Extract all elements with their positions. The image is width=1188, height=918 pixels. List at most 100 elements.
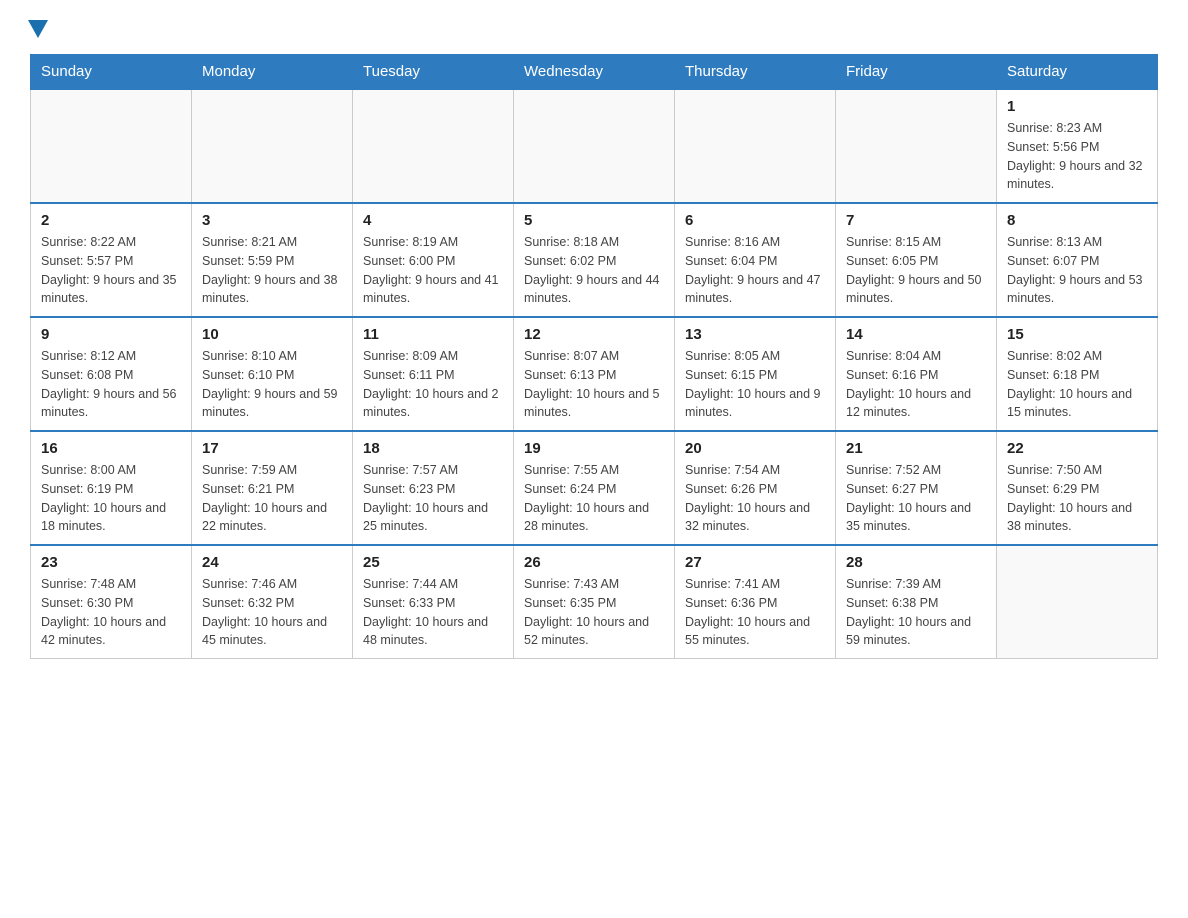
logo — [30, 20, 48, 44]
calendar-cell: 4 Sunrise: 8:19 AM Sunset: 6:00 PM Daylig… — [353, 203, 514, 317]
calendar-cell: 19Sunrise: 7:55 AM Sunset: 6:24 PM Dayli… — [514, 431, 675, 545]
day-info: Sunrise: 8:02 AM Sunset: 6:18 PM Dayligh… — [1007, 347, 1147, 422]
calendar-cell: 16 Sunrise: 8:00 AM Sunset: 6:19 PM Dayli… — [31, 431, 192, 545]
calendar-cell: 24Sunrise: 7:46 AM Sunset: 6:32 PM Dayli… — [192, 545, 353, 659]
day-number: 13 — [685, 326, 825, 343]
calendar-cell: 26 Sunrise: 7:43 AM Sunset: 6:35 PM Dayli… — [514, 545, 675, 659]
week-row: 9 Sunrise: 8:12 AM Sunset: 6:08 PM Daylig… — [31, 317, 1158, 431]
day-info: Sunrise: 7:43 AM Sunset: 6:35 PM Dayligh… — [524, 575, 664, 650]
day-info: Sunrise: 7:55 AM Sunset: 6:24 PM Dayligh… — [524, 461, 664, 536]
week-row: 1 Sunrise: 8:23 AM Sunset: 5:56 PM Daylig… — [31, 89, 1158, 203]
calendar-cell: 25 Sunrise: 7:44 AM Sunset: 6:33 PM Dayli… — [353, 545, 514, 659]
day-number: 15 — [1007, 326, 1147, 343]
calendar-cell: 17Sunrise: 7:59 AM Sunset: 6:21 PM Dayli… — [192, 431, 353, 545]
week-row: 16 Sunrise: 8:00 AM Sunset: 6:19 PM Dayli… — [31, 431, 1158, 545]
day-info: Sunrise: 8:07 AM Sunset: 6:13 PM Dayligh… — [524, 347, 664, 422]
week-row: 23 Sunrise: 7:48 AM Sunset: 6:30 PM Dayli… — [31, 545, 1158, 659]
page-header — [30, 20, 1158, 44]
day-info: Sunrise: 8:10 AM Sunset: 6:10 PM Dayligh… — [202, 347, 342, 422]
calendar-header-row: SundayMondayTuesdayWednesdayThursdayFrid… — [31, 55, 1158, 90]
day-info: Sunrise: 8:13 AM Sunset: 6:07 PM Dayligh… — [1007, 233, 1147, 308]
day-number: 28 — [846, 554, 986, 571]
calendar-cell — [192, 89, 353, 203]
day-number: 14 — [846, 326, 986, 343]
calendar-cell: 27 Sunrise: 7:41 AM Sunset: 6:36 PM Dayli… — [675, 545, 836, 659]
day-of-week-header: Sunday — [31, 55, 192, 90]
day-number: 20 — [685, 440, 825, 457]
day-of-week-header: Saturday — [997, 55, 1158, 90]
day-info: Sunrise: 8:16 AM Sunset: 6:04 PM Dayligh… — [685, 233, 825, 308]
day-info: Sunrise: 7:44 AM Sunset: 6:33 PM Dayligh… — [363, 575, 503, 650]
day-number: 5 — [524, 212, 664, 229]
calendar-cell — [31, 89, 192, 203]
calendar-cell — [353, 89, 514, 203]
day-number: 3 — [202, 212, 342, 229]
day-info: Sunrise: 7:41 AM Sunset: 6:36 PM Dayligh… — [685, 575, 825, 650]
day-number: 12 — [524, 326, 664, 343]
day-number: 23 — [41, 554, 181, 571]
day-info: Sunrise: 8:12 AM Sunset: 6:08 PM Dayligh… — [41, 347, 181, 422]
day-info: Sunrise: 8:04 AM Sunset: 6:16 PM Dayligh… — [846, 347, 986, 422]
calendar-cell — [675, 89, 836, 203]
day-number: 6 — [685, 212, 825, 229]
calendar-cell: 18 Sunrise: 7:57 AM Sunset: 6:23 PM Dayli… — [353, 431, 514, 545]
calendar-cell: 5 Sunrise: 8:18 AM Sunset: 6:02 PM Daylig… — [514, 203, 675, 317]
day-info: Sunrise: 8:00 AM Sunset: 6:19 PM Dayligh… — [41, 461, 181, 536]
day-number: 2 — [41, 212, 181, 229]
calendar-cell: 3 Sunrise: 8:21 AM Sunset: 5:59 PM Daylig… — [192, 203, 353, 317]
day-info: Sunrise: 7:39 AM Sunset: 6:38 PM Dayligh… — [846, 575, 986, 650]
calendar-cell: 6 Sunrise: 8:16 AM Sunset: 6:04 PM Daylig… — [675, 203, 836, 317]
day-number: 25 — [363, 554, 503, 571]
day-number: 26 — [524, 554, 664, 571]
day-number: 4 — [363, 212, 503, 229]
day-number: 11 — [363, 326, 503, 343]
day-of-week-header: Thursday — [675, 55, 836, 90]
calendar-cell — [997, 545, 1158, 659]
calendar-cell: 13 Sunrise: 8:05 AM Sunset: 6:15 PM Dayli… — [675, 317, 836, 431]
calendar-cell — [836, 89, 997, 203]
calendar-cell — [514, 89, 675, 203]
day-info: Sunrise: 7:54 AM Sunset: 6:26 PM Dayligh… — [685, 461, 825, 536]
calendar-cell: 8 Sunrise: 8:13 AM Sunset: 6:07 PM Daylig… — [997, 203, 1158, 317]
day-info: Sunrise: 8:18 AM Sunset: 6:02 PM Dayligh… — [524, 233, 664, 308]
day-of-week-header: Monday — [192, 55, 353, 90]
day-of-week-header: Wednesday — [514, 55, 675, 90]
calendar-cell: 15 Sunrise: 8:02 AM Sunset: 6:18 PM Dayli… — [997, 317, 1158, 431]
day-number: 18 — [363, 440, 503, 457]
day-info: Sunrise: 8:23 AM Sunset: 5:56 PM Dayligh… — [1007, 119, 1147, 194]
week-row: 2 Sunrise: 8:22 AM Sunset: 5:57 PM Daylig… — [31, 203, 1158, 317]
day-number: 1 — [1007, 98, 1147, 115]
calendar-cell: 28 Sunrise: 7:39 AM Sunset: 6:38 PM Dayli… — [836, 545, 997, 659]
day-info: Sunrise: 7:50 AM Sunset: 6:29 PM Dayligh… — [1007, 461, 1147, 536]
day-info: Sunrise: 7:48 AM Sunset: 6:30 PM Dayligh… — [41, 575, 181, 650]
calendar-cell: 22 Sunrise: 7:50 AM Sunset: 6:29 PM Dayli… — [997, 431, 1158, 545]
day-number: 7 — [846, 212, 986, 229]
calendar-table: SundayMondayTuesdayWednesdayThursdayFrid… — [30, 54, 1158, 659]
day-of-week-header: Friday — [836, 55, 997, 90]
day-info: Sunrise: 7:57 AM Sunset: 6:23 PM Dayligh… — [363, 461, 503, 536]
calendar-cell: 9 Sunrise: 8:12 AM Sunset: 6:08 PM Daylig… — [31, 317, 192, 431]
calendar-cell: 7 Sunrise: 8:15 AM Sunset: 6:05 PM Daylig… — [836, 203, 997, 317]
day-number: 10 — [202, 326, 342, 343]
day-number: 16 — [41, 440, 181, 457]
day-number: 8 — [1007, 212, 1147, 229]
calendar-cell: 12 Sunrise: 8:07 AM Sunset: 6:13 PM Dayli… — [514, 317, 675, 431]
day-number: 27 — [685, 554, 825, 571]
day-info: Sunrise: 8:05 AM Sunset: 6:15 PM Dayligh… — [685, 347, 825, 422]
calendar-cell: 2 Sunrise: 8:22 AM Sunset: 5:57 PM Daylig… — [31, 203, 192, 317]
day-info: Sunrise: 8:15 AM Sunset: 6:05 PM Dayligh… — [846, 233, 986, 308]
day-info: Sunrise: 8:19 AM Sunset: 6:00 PM Dayligh… — [363, 233, 503, 308]
calendar-cell: 10 Sunrise: 8:10 AM Sunset: 6:10 PM Dayli… — [192, 317, 353, 431]
calendar-cell: 20 Sunrise: 7:54 AM Sunset: 6:26 PM Dayli… — [675, 431, 836, 545]
day-number: 9 — [41, 326, 181, 343]
day-number: 22 — [1007, 440, 1147, 457]
day-info: Sunrise: 8:22 AM Sunset: 5:57 PM Dayligh… — [41, 233, 181, 308]
calendar-cell: 14 Sunrise: 8:04 AM Sunset: 6:16 PM Dayli… — [836, 317, 997, 431]
day-info: Sunrise: 8:09 AM Sunset: 6:11 PM Dayligh… — [363, 347, 503, 422]
day-info: Sunrise: 7:52 AM Sunset: 6:27 PM Dayligh… — [846, 461, 986, 536]
day-number: 21 — [846, 440, 986, 457]
day-number: 17 — [202, 440, 342, 457]
day-info: Sunrise: 8:21 AM Sunset: 5:59 PM Dayligh… — [202, 233, 342, 308]
day-of-week-header: Tuesday — [353, 55, 514, 90]
calendar-cell: 23 Sunrise: 7:48 AM Sunset: 6:30 PM Dayli… — [31, 545, 192, 659]
